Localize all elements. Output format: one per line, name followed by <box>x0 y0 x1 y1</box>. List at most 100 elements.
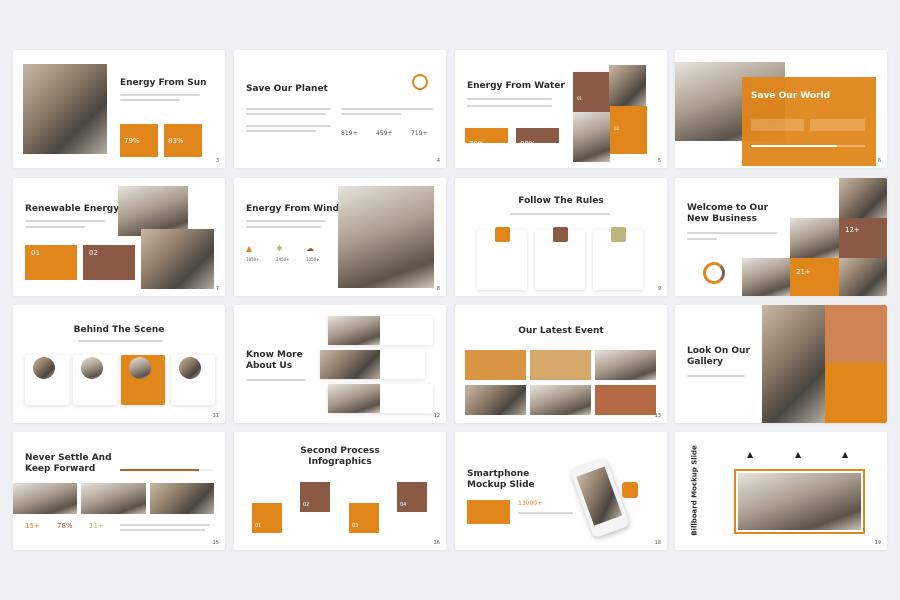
stat-value: 79% <box>124 137 140 145</box>
rule-card <box>535 227 585 290</box>
stat-box: 79% <box>120 124 158 157</box>
slide-look-on-our-gallery[interactable]: Look On Our Gallery <box>675 305 887 423</box>
stat-box: 83% <box>164 124 202 157</box>
photo <box>790 218 839 258</box>
page-number: 8 <box>436 286 440 292</box>
stat-box: 12+ <box>839 218 887 258</box>
photo <box>839 258 887 296</box>
text-line <box>120 99 180 101</box>
event-photo[interactable] <box>530 385 591 415</box>
slide-title: Save Our World <box>751 91 831 101</box>
step-box: 04 <box>397 482 427 512</box>
slide-title-line2: Mockup Slide <box>467 480 535 490</box>
stat-value: 719+ <box>411 130 428 137</box>
page-number: 7 <box>215 286 219 292</box>
slide-never-settle[interactable]: Never Settle And Keep Forward 15+ 78% 11… <box>13 432 225 550</box>
event-tile[interactable] <box>530 350 591 380</box>
team-card <box>73 355 117 405</box>
rule-icon <box>495 227 510 242</box>
step-box: 03 <box>349 503 379 533</box>
slide-energy-from-sun[interactable]: Energy From Sun 79% 83% 3 <box>13 50 225 168</box>
stat-value: 78% <box>57 522 73 530</box>
event-photo[interactable] <box>595 350 656 380</box>
slide-our-latest-event[interactable]: Our Latest Event 13 <box>455 305 667 423</box>
info-box: 02 <box>83 245 135 280</box>
slide-energy-from-water[interactable]: Energy From Water 79% 89% 01 02 5 <box>455 50 667 168</box>
slide-title-line1: Welcome to Our <box>687 203 769 213</box>
slide-title-line2: About Us <box>246 361 293 371</box>
slide-title: Energy From Sun <box>120 78 207 88</box>
page-number: 19 <box>874 540 881 546</box>
stat-box: 89% <box>516 128 559 148</box>
slide-second-process[interactable]: Second Process Infographics 01 02 03 04 … <box>234 432 446 550</box>
event-tile[interactable] <box>465 350 526 380</box>
slide-title: Energy From Wind <box>246 204 340 214</box>
slide-title: Energy From Water <box>467 81 565 91</box>
stat-value: 83% <box>168 137 184 145</box>
page-number: 16 <box>433 540 440 546</box>
team-card <box>25 355 69 405</box>
page-number: 3 <box>215 158 219 164</box>
step-box: 01 <box>252 503 282 533</box>
slide-title: Save Our Planet <box>246 84 328 94</box>
page-number: 11 <box>212 413 219 419</box>
stat-value: 819+ <box>341 130 358 137</box>
page-number: 13 <box>654 413 661 419</box>
slide-title: Billboard Mockup Slide <box>690 445 699 536</box>
photo <box>150 483 214 514</box>
slide-title-line2: Infographics <box>308 457 372 467</box>
info-box: 01 <box>573 72 610 112</box>
info-box <box>467 500 510 524</box>
page-number: 6 <box>877 158 881 164</box>
slide-title-line1: Second Process <box>300 446 380 456</box>
photo <box>81 483 146 514</box>
slide-follow-the-rules[interactable]: Follow The Rules 9 <box>455 178 667 296</box>
lamp-icon: ▲ <box>747 450 754 459</box>
overlay-panel <box>825 305 887 363</box>
photo <box>762 305 825 423</box>
photo <box>320 350 380 379</box>
event-photo[interactable] <box>465 385 526 415</box>
slide-renewable-energy[interactable]: Renewable Energy 01 02 7 <box>13 178 225 296</box>
photo <box>328 316 380 345</box>
slide-smartphone-mockup[interactable]: Smartphone Mockup Slide 13000+ 18 <box>455 432 667 550</box>
stat-box: 21+ <box>790 258 839 296</box>
event-tile[interactable] <box>595 385 656 415</box>
photo <box>141 229 214 289</box>
photo <box>839 178 887 218</box>
slide-title-line2: Gallery <box>687 357 724 367</box>
sun-gear-icon <box>412 74 428 90</box>
billboard-frame <box>734 469 865 534</box>
stat-value: 15+ <box>25 522 40 530</box>
page-number: 9 <box>657 286 661 292</box>
phone-mockup <box>569 457 631 539</box>
slide-title: Renewable Energy <box>25 204 120 214</box>
slide-know-more-about-us[interactable]: Know More About Us 12 <box>234 305 446 423</box>
slide-behind-the-scene[interactable]: Behind The Scene 11 <box>13 305 225 423</box>
slide-energy-from-wind[interactable]: Energy From Wind ▲ ✱ ☁ 1850+ 2450+ 1050+… <box>234 178 446 296</box>
photo <box>609 65 646 106</box>
slide-save-our-world[interactable]: Save Our World 6 <box>675 50 887 168</box>
content-panel: Save Our World <box>742 77 876 166</box>
page-number: 15 <box>212 540 219 546</box>
slide-welcome-new-business[interactable]: Welcome to Our New Business 12+ 21+ <box>675 178 887 296</box>
slide-title-line1: Know More <box>246 350 303 360</box>
stat-box: 79% <box>465 128 508 148</box>
rule-icon <box>553 227 568 242</box>
slide-title: Follow The Rules <box>518 196 604 206</box>
stat-value: 2450+ <box>276 257 290 262</box>
info-box: 02 <box>610 106 647 154</box>
photo <box>338 186 434 288</box>
progress-bar <box>751 145 865 147</box>
progress-bar <box>120 469 213 471</box>
tree-icon: ▲ <box>246 244 253 253</box>
donut-chart <box>703 262 725 284</box>
slide-title-line1: Never Settle And <box>25 453 112 463</box>
photo <box>328 384 380 413</box>
page-number: 18 <box>654 540 661 546</box>
slide-save-our-planet[interactable]: Save Our Planet 819+ 459+ 719+ 4 <box>234 50 446 168</box>
content-panel <box>825 363 887 423</box>
step-box: 02 <box>300 482 330 512</box>
stat-value: 1850+ <box>246 257 260 262</box>
slide-billboard-mockup[interactable]: Billboard Mockup Slide ▲ ▲ ▲ 19 <box>675 432 887 550</box>
